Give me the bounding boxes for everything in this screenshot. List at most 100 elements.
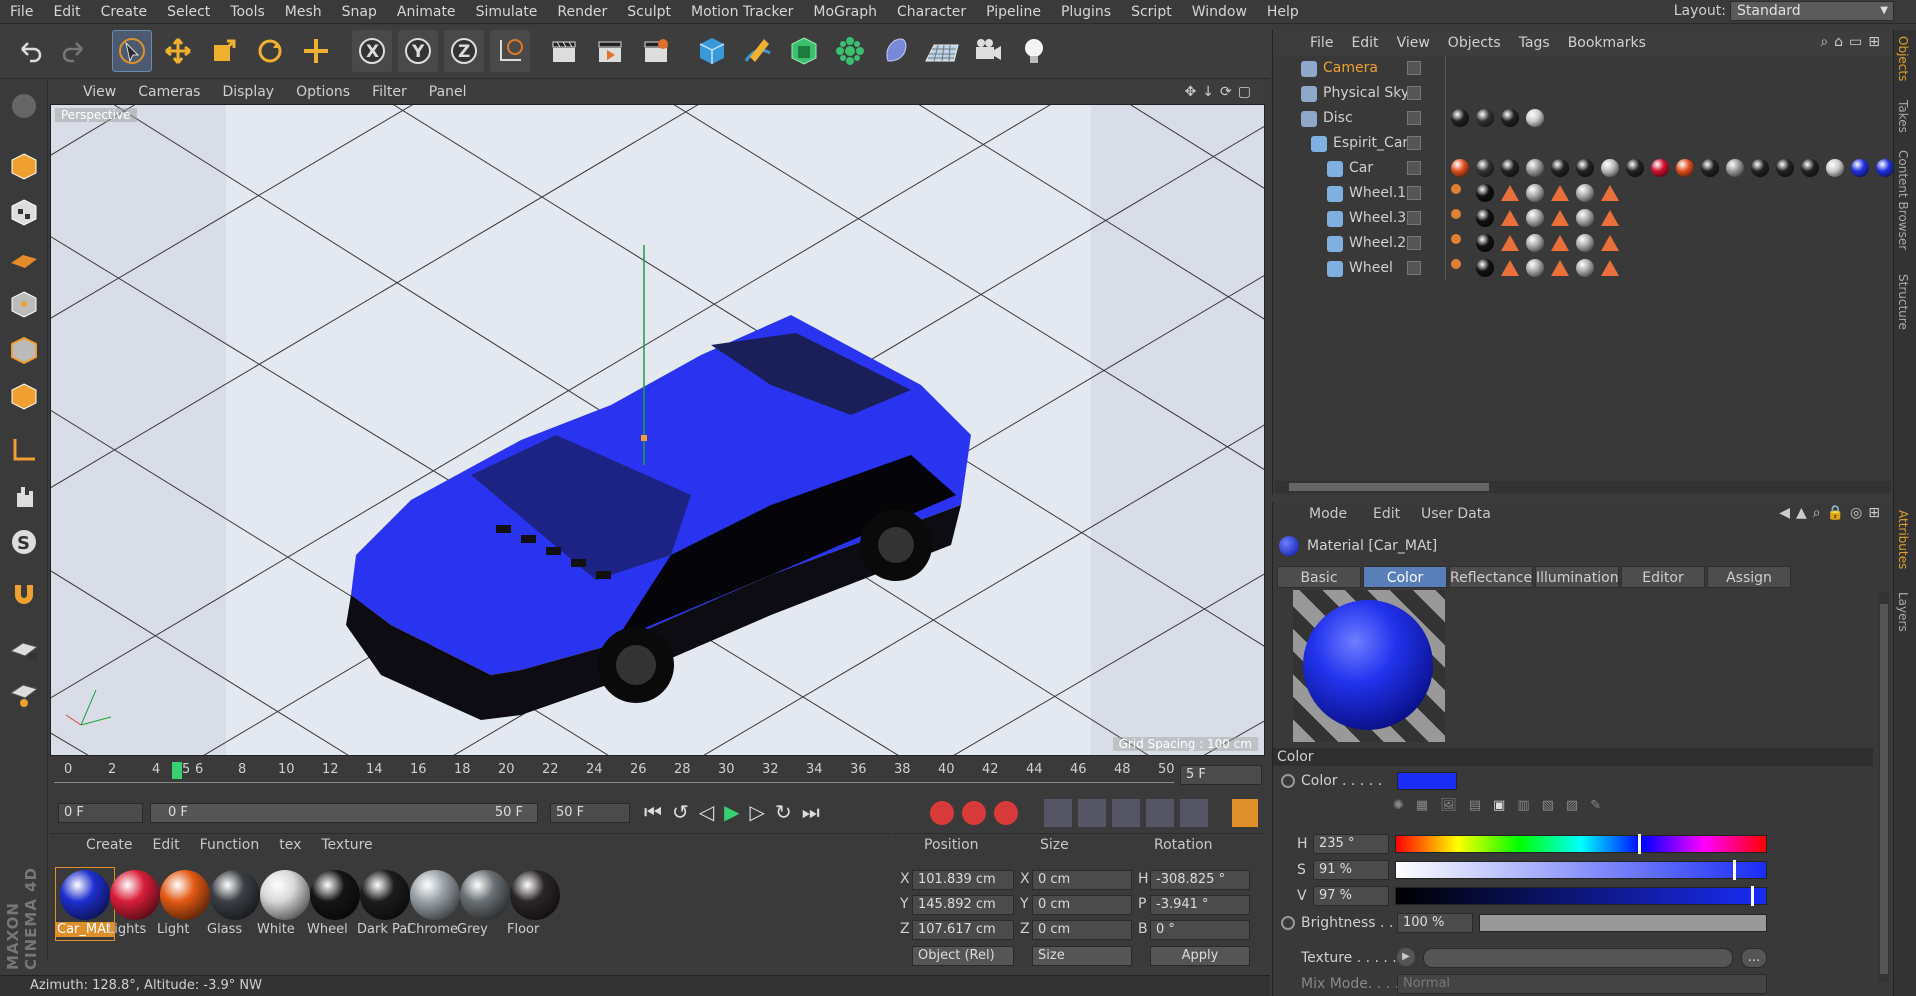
preview-range-slider[interactable]: 0 F 50 F [150, 803, 538, 823]
color-swatch[interactable] [1397, 772, 1457, 790]
object-tag[interactable] [1551, 159, 1569, 177]
object-tag[interactable] [1626, 159, 1644, 177]
object-tag[interactable] [1601, 185, 1619, 201]
kelvin-icon[interactable]: ▥ [1517, 798, 1529, 813]
objects-menu-view[interactable]: View [1388, 35, 1439, 51]
go-to-end-icon[interactable]: ⏭ [802, 800, 820, 824]
object-row[interactable]: Car [1273, 156, 1916, 181]
menu-render[interactable]: Render [547, 4, 617, 20]
menu-pipeline[interactable]: Pipeline [976, 4, 1051, 20]
brightness-animate-icon[interactable] [1281, 916, 1295, 930]
render-picture-viewer-button[interactable] [590, 30, 630, 72]
menu-select[interactable]: Select [157, 4, 220, 20]
s-slider[interactable] [1395, 860, 1767, 880]
visibility-toggle[interactable] [1407, 236, 1421, 250]
visibility-toggle[interactable] [1407, 61, 1421, 75]
cube-button[interactable] [692, 30, 732, 72]
s-slider-knob[interactable] [1732, 860, 1736, 880]
tab-assign[interactable]: Assign [1707, 566, 1791, 588]
previous-frame-icon[interactable]: ◁ [699, 800, 714, 824]
menu-create[interactable]: Create [91, 4, 158, 20]
key-rotation-icon[interactable] [1112, 799, 1140, 827]
material-swatch[interactable]: Floor [506, 868, 564, 940]
viewport-menu-cameras[interactable]: Cameras [127, 84, 211, 100]
menu-sculpt[interactable]: Sculpt [617, 4, 681, 20]
spectrum-icon[interactable]: ▦ [1416, 798, 1428, 813]
object-tag[interactable] [1501, 260, 1519, 276]
viewport-nav-icons[interactable]: ✥↓⟳▢ [1185, 84, 1257, 100]
object-tag[interactable] [1501, 159, 1519, 177]
polygons-mode-button[interactable] [4, 376, 44, 416]
v-slider[interactable] [1395, 886, 1767, 906]
hsv-mode-icon[interactable]: ▣ [1493, 798, 1505, 813]
pen-spline-button[interactable] [738, 30, 778, 72]
tab-editor[interactable]: Editor [1621, 566, 1705, 588]
tab-basic[interactable]: Basic [1277, 566, 1361, 588]
objects-menu-objects[interactable]: Objects [1439, 35, 1510, 51]
workplane-snap-button[interactable] [4, 674, 44, 714]
workplane-lock-button[interactable] [4, 628, 44, 668]
object-tag[interactable] [1451, 259, 1461, 269]
object-row[interactable]: Disc [1273, 106, 1893, 131]
object-tag[interactable] [1601, 235, 1619, 251]
menu-edit[interactable]: Edit [43, 4, 90, 20]
menu-mograph[interactable]: MoGraph [803, 4, 887, 20]
object-tag[interactable] [1876, 159, 1894, 177]
deformer-button[interactable] [876, 30, 916, 72]
object-row[interactable]: Wheel.3 [1273, 206, 1893, 231]
autokey-icon[interactable] [962, 801, 986, 825]
brightness-field[interactable]: 100 % [1397, 913, 1473, 933]
size-field[interactable]: 0 cm [1032, 895, 1132, 915]
side-tab-takes[interactable]: Takes [1896, 100, 1910, 133]
next-key-icon[interactable]: ↻ [775, 800, 792, 824]
viewport-3d[interactable]: Perspective Grid Spacing : 100 cm [50, 104, 1265, 756]
object-row[interactable]: Wheel.1 [1273, 181, 1893, 206]
vertical-scrollbar[interactable] [1879, 592, 1889, 982]
y-axis-button[interactable]: Y [398, 30, 438, 72]
objects-menu-tags[interactable]: Tags [1510, 35, 1559, 51]
object-tag[interactable] [1501, 210, 1519, 226]
object-tag[interactable] [1501, 109, 1519, 127]
material-menu-create[interactable]: Create [76, 837, 143, 853]
object-tag[interactable] [1551, 235, 1569, 251]
horizontal-scrollbar[interactable] [1275, 481, 1891, 493]
texture-expand-icon[interactable]: ▶ [1397, 948, 1415, 966]
undo-button[interactable] [10, 30, 50, 72]
side-tab-objects[interactable]: Objects [1896, 36, 1910, 81]
attributes-menu-mode[interactable]: Mode [1309, 506, 1347, 522]
z-axis-button[interactable]: Z [444, 30, 484, 72]
previous-key-icon[interactable]: ↺ [672, 800, 689, 824]
material-menu-tex[interactable]: tex [269, 837, 311, 853]
object-tag[interactable] [1826, 159, 1844, 177]
menu-help[interactable]: Help [1257, 4, 1309, 20]
object-tag[interactable] [1551, 260, 1569, 276]
object-tag[interactable] [1601, 260, 1619, 276]
object-tag[interactable] [1501, 185, 1519, 201]
tab-reflectance[interactable]: Reflectance [1449, 566, 1533, 588]
object-tag[interactable] [1651, 159, 1669, 177]
redo-button[interactable] [54, 30, 94, 72]
object-tag[interactable] [1476, 159, 1494, 177]
attributes-menu-user-data[interactable]: User Data [1421, 506, 1491, 522]
menu-mesh[interactable]: Mesh [275, 4, 332, 20]
texture-field[interactable] [1423, 948, 1733, 968]
light-button[interactable] [1014, 30, 1054, 72]
attributes-menu-edit[interactable]: Edit [1373, 506, 1400, 522]
texture-mode-button[interactable] [4, 192, 44, 232]
timeline-window-icon[interactable] [1232, 799, 1258, 827]
floor-button[interactable] [922, 30, 962, 72]
rotation-field[interactable]: 0 ° [1150, 920, 1250, 940]
go-to-start-icon[interactable]: ⏮ [644, 800, 662, 824]
visibility-toggle[interactable] [1407, 261, 1421, 275]
enable-snap-button[interactable] [4, 574, 44, 614]
material-menu-edit[interactable]: Edit [143, 837, 190, 853]
rotation-field[interactable]: -3.941 ° [1150, 895, 1250, 915]
object-tag[interactable] [1476, 109, 1494, 127]
model-mode-button[interactable] [4, 146, 44, 186]
layout-dropdown[interactable]: Standard ▼ [1730, 1, 1894, 21]
object-tag[interactable] [1551, 185, 1569, 201]
viewport-menu-view[interactable]: View [72, 84, 127, 100]
menu-window[interactable]: Window [1182, 4, 1257, 20]
s-field[interactable]: 91 % [1313, 860, 1389, 880]
object-tag[interactable] [1451, 209, 1461, 219]
